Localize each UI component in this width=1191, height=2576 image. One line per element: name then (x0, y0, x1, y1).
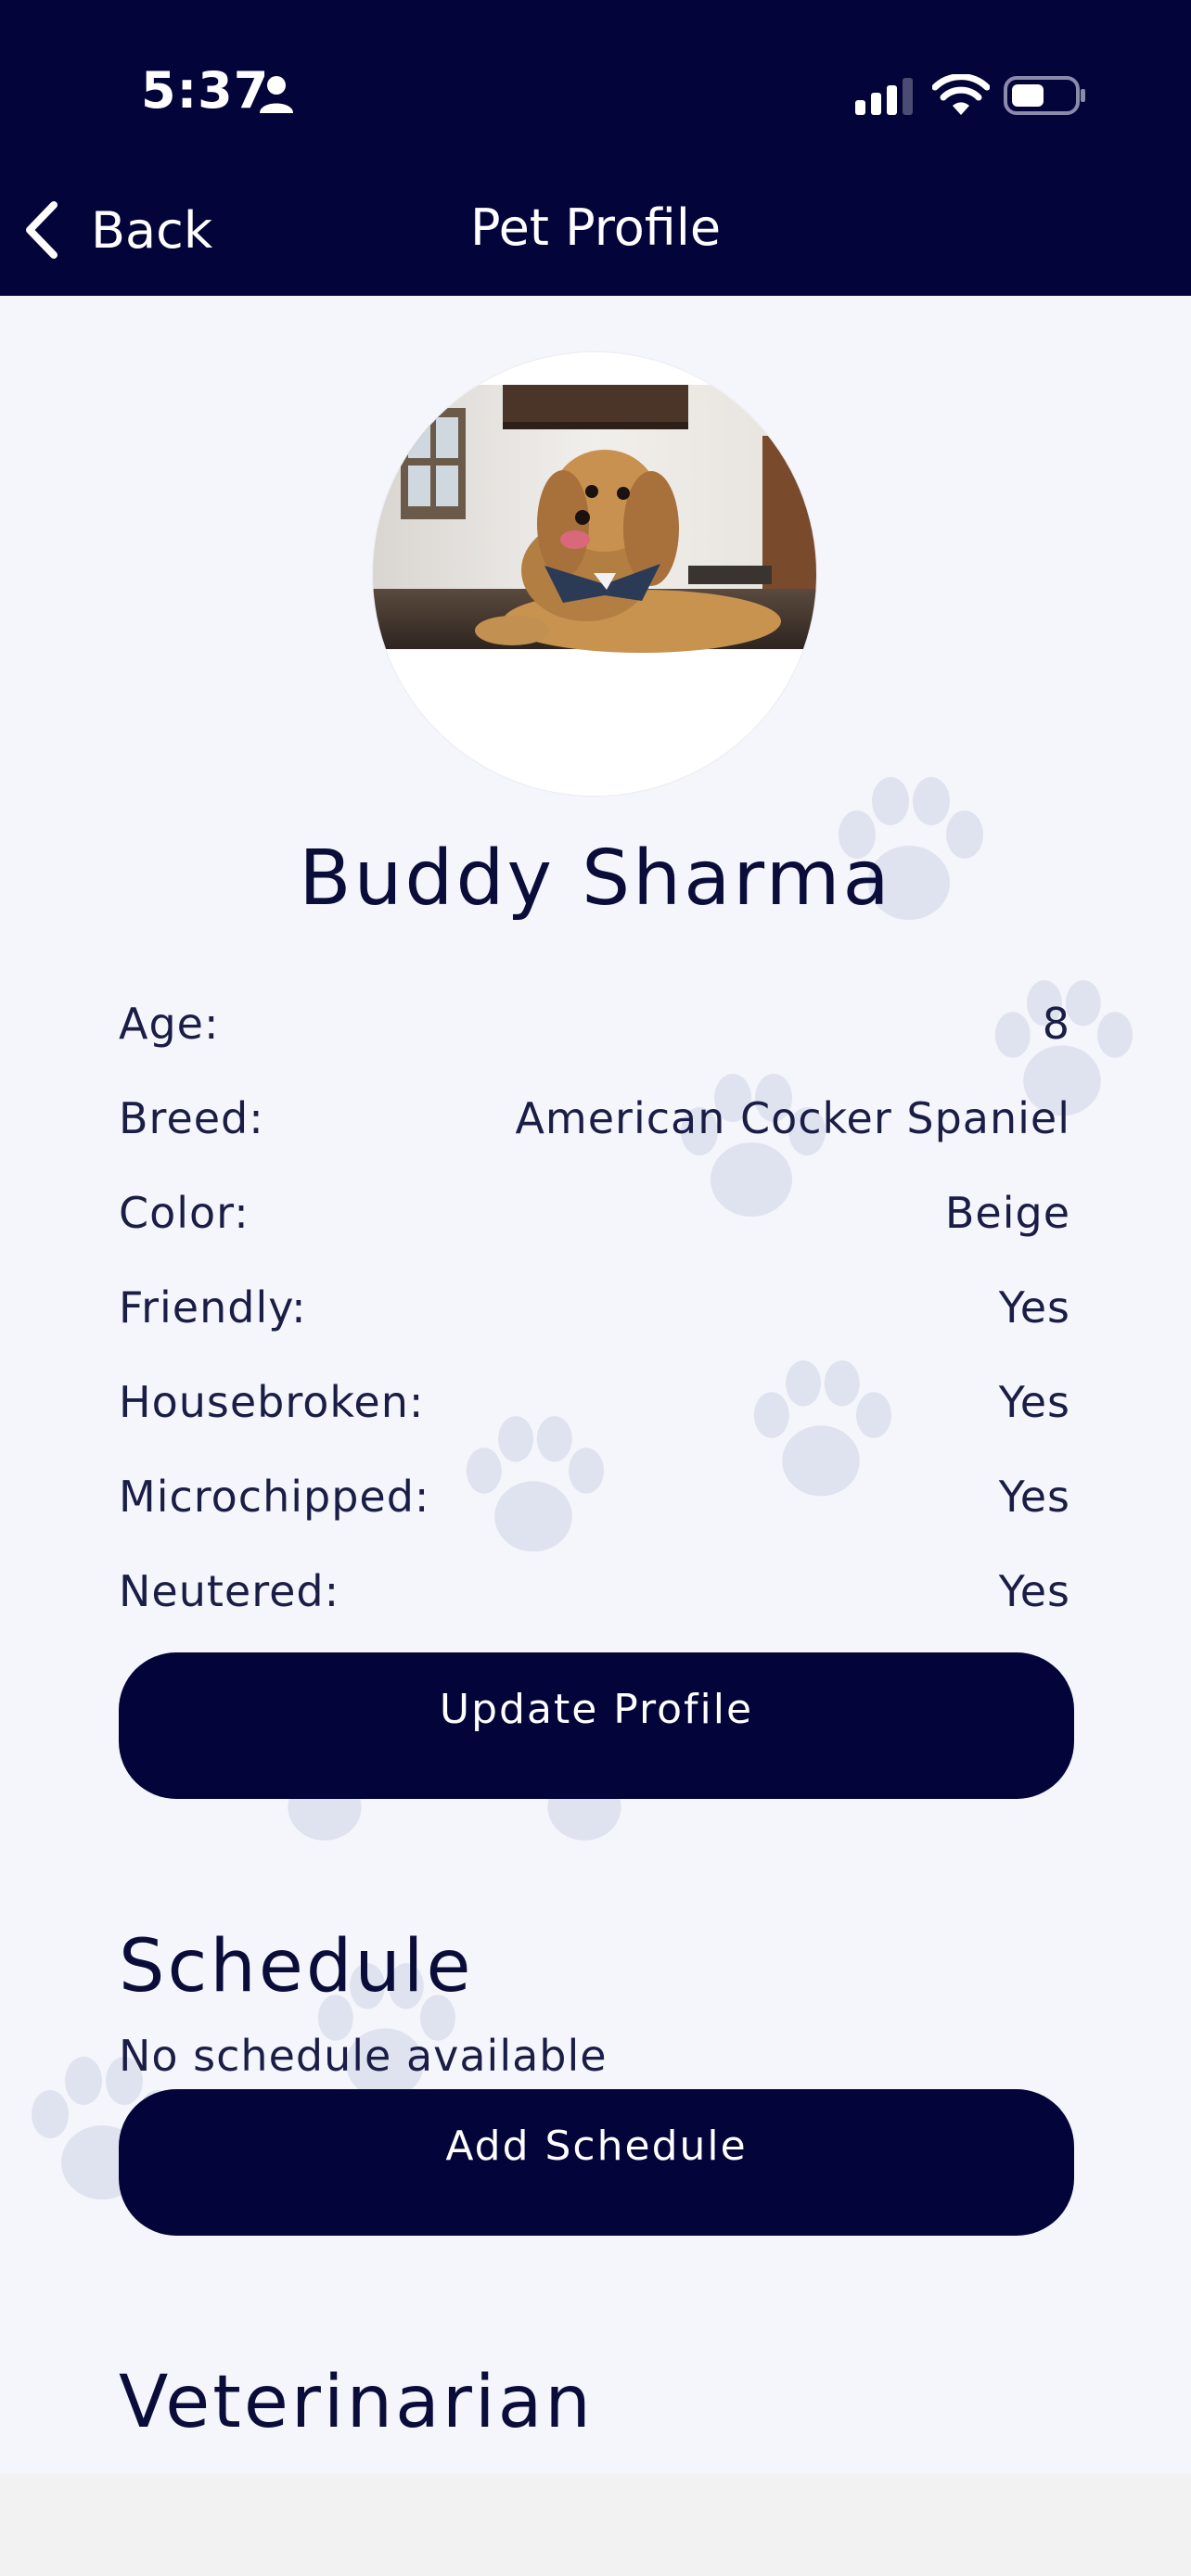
detail-label: Microchipped: (119, 1472, 430, 1522)
app-header: 5:37 Back Pet Profile (0, 0, 1191, 296)
wifi-icon (932, 74, 990, 115)
detail-row-color: Color: Beige (119, 1180, 1070, 1245)
person-icon (260, 76, 293, 113)
detail-value: Beige (944, 1188, 1070, 1238)
schedule-empty-text: No schedule available (119, 2031, 608, 2081)
pet-photo (373, 352, 816, 796)
add-schedule-button[interactable]: Add Schedule (119, 2089, 1074, 2236)
detail-row-microchipped: Microchipped: Yes (119, 1464, 1070, 1529)
detail-row-housebroken: Housebroken: Yes (119, 1370, 1070, 1435)
detail-value: American Cocker Spaniel (515, 1093, 1070, 1143)
veterinarian-title: Veterinarian (119, 2361, 594, 2444)
update-profile-button[interactable]: Update Profile (119, 1652, 1074, 1799)
pet-name: Buddy Sharma (299, 835, 892, 923)
cellular-signal-icon (855, 78, 913, 115)
detail-value: Yes (998, 1377, 1070, 1427)
detail-label: Neutered: (119, 1566, 340, 1616)
battery-icon (1004, 76, 1085, 115)
status-time: 5:37 (141, 61, 270, 120)
bottom-bar (0, 2474, 1191, 2576)
detail-row-neutered: Neutered: Yes (119, 1559, 1070, 1624)
detail-value: 8 (1042, 999, 1070, 1049)
detail-label: Breed: (119, 1093, 264, 1143)
detail-row-breed: Breed: American Cocker Spaniel (119, 1086, 1070, 1151)
detail-label: Color: (119, 1188, 250, 1238)
schedule-title: Schedule (119, 1925, 474, 2009)
detail-row-friendly: Friendly: Yes (119, 1275, 1070, 1340)
detail-value: Yes (998, 1472, 1070, 1522)
detail-label: Friendly: (119, 1282, 307, 1333)
dog-photo-image (373, 352, 816, 796)
page-title: Pet Profile (469, 198, 722, 257)
detail-label: Age: (119, 999, 220, 1049)
detail-label: Housebroken: (119, 1377, 425, 1427)
detail-value: Yes (998, 1566, 1070, 1616)
detail-value: Yes (998, 1282, 1070, 1333)
detail-row-age: Age: 8 (119, 991, 1070, 1056)
